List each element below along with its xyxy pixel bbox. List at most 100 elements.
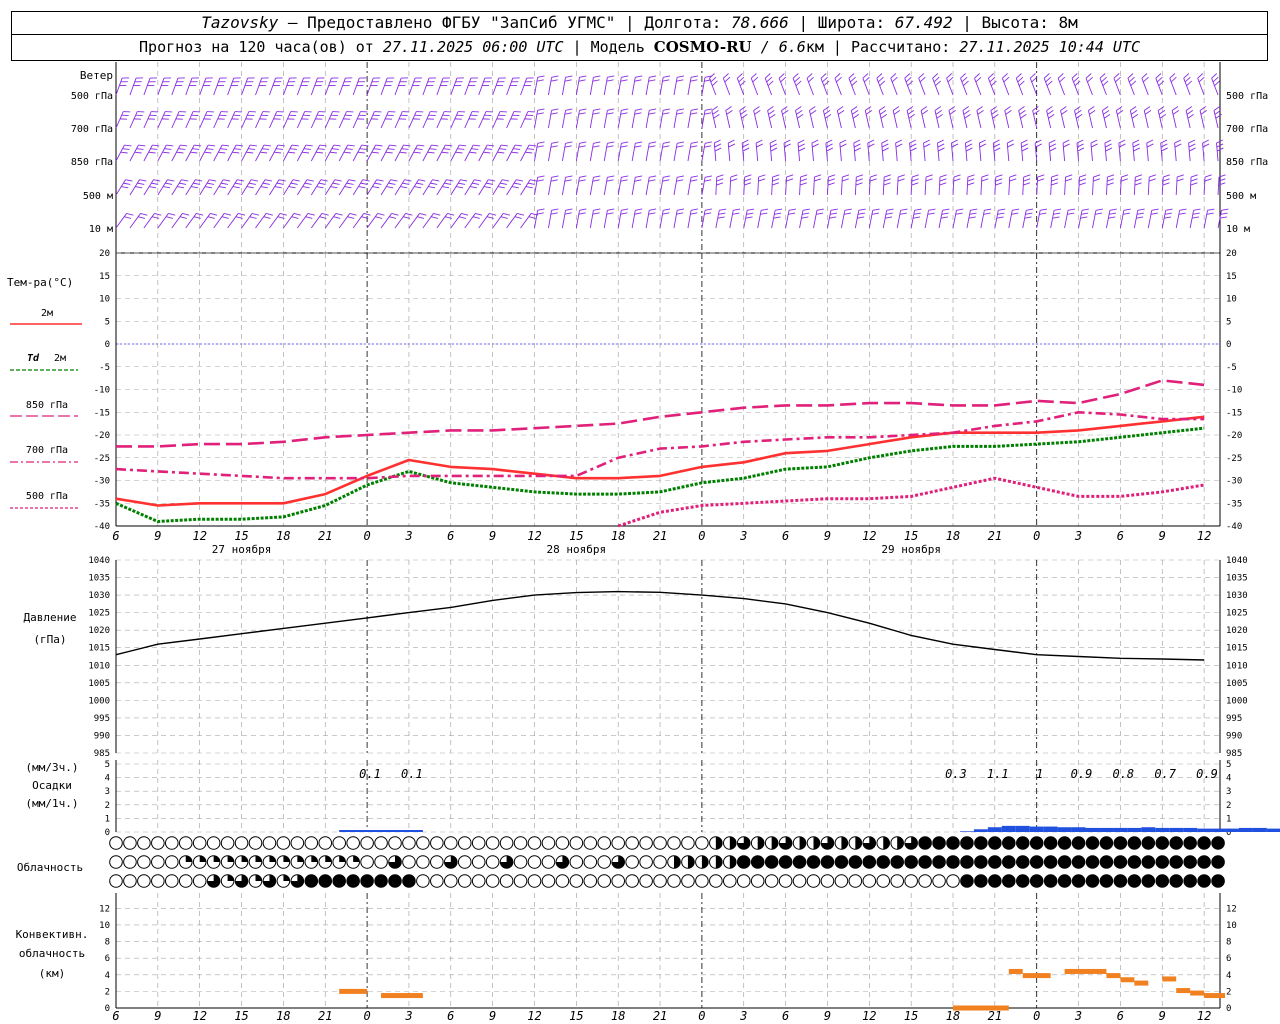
wind-barb-feather (316, 186, 324, 189)
wind-barb-feather (177, 186, 185, 189)
wind-barb-feather (276, 182, 284, 185)
cloud-symbol-fill (1072, 836, 1085, 850)
wind-barb-feather (376, 179, 384, 182)
wind-barb-feather (975, 76, 982, 83)
cloud-symbol-fill (346, 874, 360, 888)
wind-barb-feather (867, 139, 875, 144)
wind-barb-feather (1046, 80, 1053, 86)
wind-barb-shaft (854, 210, 860, 229)
wind-barb-shaft (687, 77, 692, 96)
cloud-symbol (165, 874, 179, 888)
hour-tick-label-bottom: 12 (1197, 1009, 1211, 1023)
cloud-symbol (178, 836, 193, 850)
pres-y-tick: 1035 (88, 574, 110, 584)
wind-barb-feather (149, 186, 157, 189)
wind-barb-feather (1032, 106, 1039, 111)
wind-barb-feather (725, 106, 732, 111)
wind-barb-feather (900, 208, 908, 211)
wind-barb-shaft (923, 143, 926, 162)
cloud-symbol (416, 874, 430, 888)
wind-barb-feather (886, 208, 894, 211)
cloud-symbol-fill (1002, 836, 1016, 850)
wind-barb-shaft (548, 110, 553, 129)
cloud-symbol-fill (305, 874, 318, 888)
prec-unit-3h: (мм/3ч.) (26, 761, 79, 774)
wind-barb-feather (1204, 178, 1212, 182)
wind-barb-feather (551, 175, 559, 178)
cloud-symbol (485, 874, 500, 888)
wind-barb-shaft (659, 110, 664, 129)
wind-barb-feather (1085, 73, 1092, 79)
wind-barb-feather (579, 75, 587, 78)
wind-barb-feather (607, 208, 615, 211)
wind-barb-shaft (548, 77, 553, 96)
cloud-symbol-fill (283, 855, 290, 862)
wind-barb-feather (1146, 143, 1154, 148)
wind-level-label: 500 м (83, 191, 113, 202)
wind-barb-feather (121, 186, 129, 189)
wind-barb-shaft (1006, 143, 1010, 162)
wind-barb-feather (472, 182, 480, 185)
cloud-symbol (918, 874, 932, 888)
wind-barb-feather (648, 179, 656, 182)
cloud-symbol-fill (988, 855, 1002, 869)
wind-barb-feather (279, 213, 287, 216)
wind-barb-feather (1088, 106, 1095, 111)
wind-barb-feather (333, 144, 341, 147)
wind-barb-feather (1122, 212, 1131, 215)
wind-barb-feather (716, 182, 724, 186)
wind-barb-shaft (771, 210, 776, 229)
wind-barb-shaft (645, 77, 650, 96)
hour-tick-label: 18 (946, 529, 960, 543)
pres-y-tick-right: 1015 (1226, 644, 1248, 654)
wind-barb-feather (880, 113, 888, 119)
wind-barb-feather (816, 208, 824, 211)
wind-barb-feather (206, 148, 214, 150)
wind-barb-feather (1213, 106, 1221, 111)
conv-segment (1022, 973, 1051, 979)
wind-barb-feather (204, 186, 212, 189)
cloud-symbol-fill (974, 874, 988, 888)
wind-barb-feather (781, 106, 788, 111)
cloud-symbol-fill (876, 855, 890, 869)
wind-barb-feather (1159, 113, 1167, 119)
cloud-symbol (541, 836, 556, 850)
cloud-symbol-fill (1058, 836, 1071, 850)
wind-barb-feather (154, 213, 162, 216)
cloud-symbol-fill (283, 874, 290, 881)
cloud-symbol (290, 836, 305, 850)
wind-barb-feather (1017, 76, 1024, 83)
pres-y-tick: 1020 (88, 626, 110, 636)
cloud-symbol (736, 874, 751, 888)
wind-barb-feather (1157, 106, 1165, 111)
cloud-symbol (499, 836, 514, 850)
wind-barb-feather (607, 175, 615, 178)
hour-tick-label: 15 (569, 529, 583, 543)
wind-barb-feather (606, 212, 614, 215)
conv-segment (1176, 988, 1191, 994)
cloud-symbol (513, 855, 528, 869)
wind-barb-feather (711, 80, 718, 86)
wind-barb-feather (1192, 212, 1200, 215)
cloud-symbol (583, 855, 598, 869)
temp-y-tick-right: -10 (1226, 386, 1242, 396)
wind-barb-feather (210, 213, 218, 216)
pres-y-tick-right: 1030 (1226, 591, 1248, 601)
cloud-symbol (416, 855, 430, 869)
temp-y-tick: 20 (99, 249, 110, 259)
temp-y-tick-right: 0 (1226, 340, 1231, 350)
wind-barb-feather (263, 144, 271, 147)
wind-barb-feather (816, 212, 824, 215)
wind-barb-shaft (310, 77, 318, 96)
wind-barb-feather (260, 186, 268, 189)
wind-barb-feather (1131, 113, 1139, 119)
wind-barb-feather (307, 213, 315, 216)
wind-barb-feather (983, 212, 991, 215)
wind-barb-feather (895, 139, 903, 144)
wind-barb-feather (607, 75, 615, 78)
wind-barb-feather (788, 212, 796, 215)
wind-barb-feather (401, 148, 409, 150)
wind-barb-shaft (1048, 143, 1052, 162)
wind-barb-shaft (450, 111, 459, 129)
prec-title: Осадки (32, 779, 72, 792)
